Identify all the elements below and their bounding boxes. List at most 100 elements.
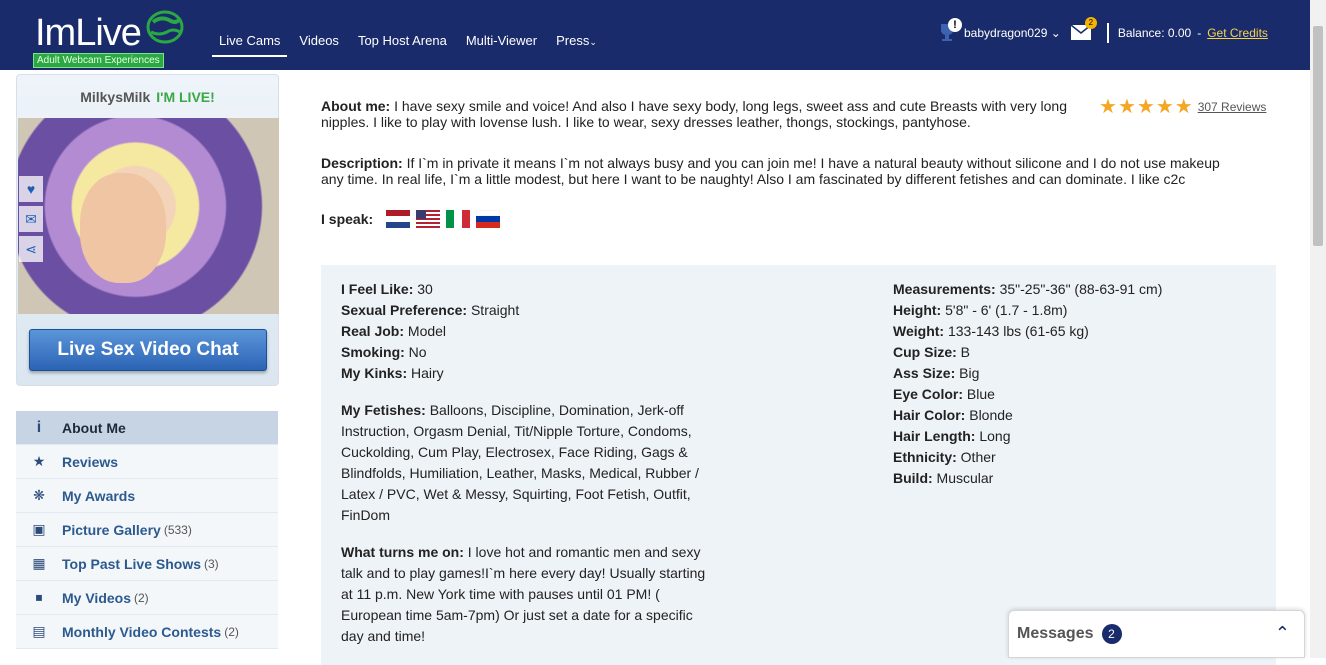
nav-top-host-arena[interactable]: Top Host Arena (351, 30, 454, 57)
detail-fetishes: My Fetishes: Balloons, Discipline, Domin… (341, 400, 711, 526)
chevron-down-icon: ⌄ (1050, 26, 1061, 40)
menu-item-monthly-video-contests[interactable]: ▤ Monthly Video Contests (2) (16, 615, 278, 649)
detail-value: 35"-25"-36" (88-63-91 cm) (999, 281, 1163, 297)
menu-item-top-past-live-shows[interactable]: ▦ Top Past Live Shows (3) (16, 547, 278, 581)
detail-hair-color: Hair Color: Blonde (893, 405, 1253, 426)
detail-label: Ethnicity: (893, 449, 957, 465)
languages-row: I speak: (321, 210, 501, 228)
chevron-up-icon[interactable]: ⌃ (1275, 623, 1290, 644)
award-icon: ❋ (33, 487, 45, 503)
detail-ass-size: Ass Size: Big (893, 363, 1253, 384)
detail-label: Measurements: (893, 281, 996, 297)
detail-label: My Kinks: (341, 365, 408, 381)
detail-eye-color: Eye Color: Blue (893, 384, 1253, 405)
scroll-thumb[interactable] (1313, 26, 1323, 246)
logo-tagline: Adult Webcam Experiences (33, 53, 164, 68)
messages-widget[interactable]: Messages 2 ⌃ (1008, 610, 1305, 658)
detail-label: Smoking: (341, 344, 405, 360)
username-label: babydragon029 (964, 26, 1048, 40)
flag-netherlands-icon (386, 210, 411, 228)
menu-count: (2) (224, 624, 239, 639)
mail-icon[interactable]: 2 (1070, 17, 1097, 41)
nav-press[interactable]: Press⌄ (549, 30, 604, 57)
detail-height: Height: 5'8" - 6' (1.7 - 1.8m) (893, 300, 1253, 321)
detail-hair-length: Hair Length: Long (893, 426, 1253, 447)
detail-label: What turns me on: (341, 544, 464, 560)
balance-separator: - (1197, 26, 1202, 40)
profile-details-box: I Feel Like: 30 Sexual Preference: Strai… (321, 265, 1276, 665)
star-icon: ★ (1099, 96, 1117, 118)
picture-icon: ▣ (32, 521, 46, 537)
detail-sexual-preference: Sexual Preference: Straight (341, 300, 711, 321)
detail-value: Hairy (411, 365, 444, 381)
detail-kinks: My Kinks: Hairy (341, 363, 711, 384)
about-me-section: About me: I have sexy smile and voice! A… (321, 98, 1071, 130)
menu-item-my-videos[interactable]: ⏹ My Videos (2) (16, 581, 278, 615)
menu-count: (3) (204, 556, 219, 571)
star-icon: ★ (1117, 96, 1136, 118)
detail-measurements: Measurements: 35"-25"-36" (88-63-91 cm) (893, 279, 1253, 300)
detail-label: Hair Color: (893, 407, 966, 423)
share-icon[interactable]: ⋖ (19, 236, 43, 262)
detail-cup-size: Cup Size: B (893, 342, 1253, 363)
menu-label: Picture Gallery (62, 521, 161, 538)
menu-count: (2) (134, 590, 149, 605)
menu-count: (533) (163, 522, 192, 537)
detail-value: Muscular (936, 470, 994, 486)
star-icon: ★ (1155, 96, 1174, 118)
username-dropdown[interactable]: babydragon029 ⌄ (964, 26, 1061, 40)
messages-label: Messages (1017, 625, 1094, 642)
menu-item-about-me[interactable]: i About Me (16, 411, 278, 445)
envelope-icon[interactable]: ✉ (19, 206, 43, 232)
trophy-icon[interactable]: ! (938, 18, 962, 44)
detail-real-job: Real Job: Model (341, 321, 711, 342)
balance-text: Balance: 0.00 (1117, 26, 1192, 40)
reviews-link[interactable]: 307 Reviews (1198, 100, 1267, 114)
detail-smoking: Smoking: No (341, 342, 711, 363)
info-icon: i (36, 418, 42, 436)
languages-label: I speak: (321, 211, 374, 227)
imlive-logo[interactable]: ImLive Adult Webcam Experiences (33, 8, 188, 68)
menu-label: Monthly Video Contests (62, 623, 222, 640)
menu-item-reviews[interactable]: ★ Reviews (16, 445, 278, 479)
menu-label: About Me (62, 419, 126, 436)
detail-value: 133-143 lbs (61-65 kg) (947, 323, 1089, 339)
detail-value: Long (979, 428, 1011, 444)
star-icon: ★ (1174, 96, 1193, 118)
photo-face (80, 173, 166, 283)
detail-value: Straight (470, 302, 520, 318)
nav-multi-viewer[interactable]: Multi-Viewer (459, 30, 544, 57)
divider (1106, 23, 1109, 43)
detail-turns-on: What turns me on: I love hot and romanti… (341, 542, 711, 647)
messages-count-badge: 2 (1101, 624, 1122, 644)
page-scrollbar[interactable] (1310, 0, 1326, 658)
menu-item-my-awards[interactable]: ❋ My Awards (16, 479, 278, 513)
globe-icon (146, 10, 184, 44)
profile-photo[interactable]: ♥ ✉ ⋖ (18, 118, 279, 314)
nav-press-label: Press (556, 33, 590, 48)
detail-value: Model (407, 323, 447, 339)
detail-value: B (960, 344, 971, 360)
flag-usa-icon (416, 210, 441, 228)
description-text: If I`m in private it means I`m not alway… (321, 155, 1220, 187)
details-left-column: I Feel Like: 30 Sexual Preference: Strai… (341, 279, 711, 647)
detail-label: Sexual Preference: (341, 302, 468, 318)
menu-label: Top Past Live Shows (62, 555, 201, 572)
logo-text: ImLive (35, 12, 142, 54)
detail-label: Hair Length: (893, 428, 976, 444)
detail-label: Eye Color: (893, 386, 964, 402)
detail-label: Build: (893, 470, 933, 486)
detail-label: Ass Size: (893, 365, 956, 381)
nav-live-cams[interactable]: Live Cams (212, 30, 288, 57)
live-sex-video-chat-button[interactable]: Live Sex Video Chat (29, 329, 267, 371)
detail-value: No (408, 344, 427, 360)
menu-item-picture-gallery[interactable]: ▣ Picture Gallery (533) (16, 513, 278, 547)
main-nav: Live Cams Videos Top Host Arena Multi-Vi… (212, 30, 609, 57)
nav-videos[interactable]: Videos (292, 30, 346, 57)
get-credits-link[interactable]: Get Credits (1207, 26, 1268, 40)
live-status: I'M LIVE! (156, 89, 215, 105)
add-favorite-icon[interactable]: ♥ (19, 176, 43, 202)
detail-ethnicity: Ethnicity: Other (893, 447, 1253, 468)
